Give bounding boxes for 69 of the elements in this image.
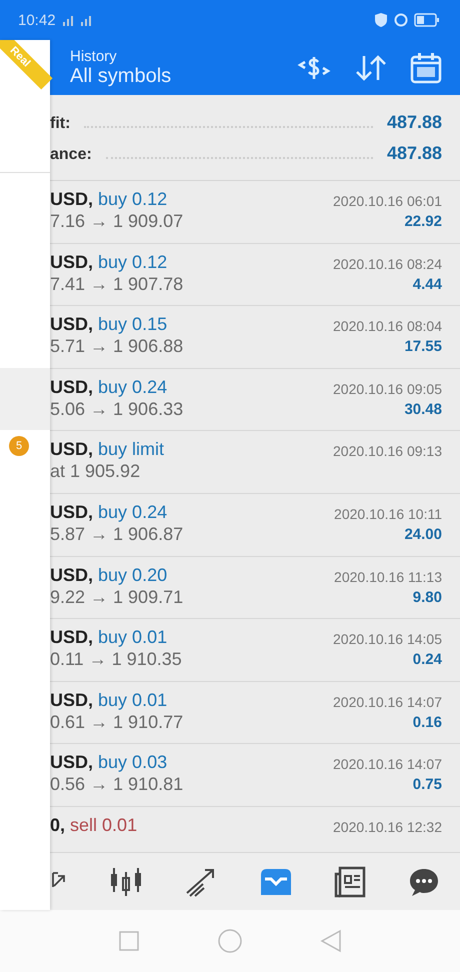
trade-time: 2020.10.16 08:24 xyxy=(333,256,442,272)
trade-time: 2020.10.16 09:13 xyxy=(333,443,442,460)
order-text: buy 0.01 xyxy=(98,690,168,710)
price-text: at 1 905.92 xyxy=(50,461,142,482)
symbol-filter[interactable]: All symbols xyxy=(70,64,172,88)
symbol-text: USD, xyxy=(50,314,94,334)
symbol-text: USD, xyxy=(50,502,94,522)
order-text: buy 0.12 xyxy=(98,189,168,209)
profit-value: 0.75 xyxy=(412,776,442,794)
order-text: buy 0.12 xyxy=(98,252,168,272)
price-text: 5.71 → 1 906.88 xyxy=(50,336,184,358)
calendar-icon[interactable] xyxy=(410,52,442,84)
shield-icon xyxy=(374,12,388,28)
price-text: 5.87 → 1 906.87 xyxy=(50,524,184,545)
profit-value: 24.00 xyxy=(404,526,442,543)
trade-time: 2020.10.16 06:01 xyxy=(333,193,442,209)
trade-time: 2020.10.16 14:07 xyxy=(333,756,442,772)
order-text: buy 0.15 xyxy=(98,314,168,334)
newspaper-icon xyxy=(334,866,366,898)
price-text: 7.41 → 1 907.78 xyxy=(50,274,184,295)
screen-title: History xyxy=(70,48,118,64)
order-text: buy 0.20 xyxy=(98,564,168,585)
price-text: 5.06 → 1 906.33 xyxy=(50,398,184,420)
symbol-text: USD, xyxy=(50,252,94,272)
summary-value: 487.88 xyxy=(386,112,442,132)
sort-icon[interactable] xyxy=(354,52,388,82)
count-badge: 5 xyxy=(9,436,29,456)
symbol-text: USD, xyxy=(50,690,94,710)
profit-value: 22.92 xyxy=(404,213,442,230)
trade-time: 2020.10.16 08:04 xyxy=(333,318,442,334)
order-text: buy 0.01 xyxy=(98,627,168,648)
summary-label: fit: xyxy=(50,114,70,132)
symbol-text: USD, xyxy=(50,439,94,460)
battery-icon xyxy=(414,13,440,27)
trade-time: 2020.10.16 12:32 xyxy=(333,818,442,835)
price-text: 9.22 → 1 909.71 xyxy=(50,586,184,608)
clock: 10:42 xyxy=(18,12,56,28)
order-text: buy limit xyxy=(98,439,164,460)
symbol-text: USD, xyxy=(50,752,94,772)
summary-value: 487.88 xyxy=(386,142,442,164)
profit-value: 17.55 xyxy=(404,338,442,356)
inbox-icon xyxy=(258,866,293,896)
summary-label: ance: xyxy=(50,146,92,164)
trade-time: 2020.10.16 09:05 xyxy=(333,380,442,397)
profit-value: 9.80 xyxy=(412,588,442,606)
trade-time: 2020.10.16 10:11 xyxy=(334,506,442,522)
drawer-item[interactable]: 5 xyxy=(0,430,50,492)
profit-value: 0.16 xyxy=(412,714,442,731)
symbol-text: USD, xyxy=(50,376,94,397)
symbol-text: USD, xyxy=(50,564,94,585)
order-text: buy 0.24 xyxy=(98,502,168,522)
symbol-text: 0, xyxy=(50,814,66,835)
price-text: 0.56 → 1 910.81 xyxy=(50,774,184,796)
trade-time: 2020.10.16 14:07 xyxy=(333,694,442,710)
profit-value: 30.48 xyxy=(404,400,442,418)
order-text: buy 0.24 xyxy=(98,376,168,397)
trade-time: 2020.10.16 14:05 xyxy=(333,631,442,648)
order-text: buy 0.03 xyxy=(98,752,168,772)
chat-icon xyxy=(408,866,440,896)
price-text: 7.16 → 1 909.07 xyxy=(50,211,184,232)
trade-time: 2020.10.16 11:13 xyxy=(334,568,442,585)
price-text: 0.11 → 1 910.35 xyxy=(50,649,182,670)
price-text: 0.61 → 1 910.77 xyxy=(50,712,184,733)
symbol-text: USD, xyxy=(50,627,94,648)
order-text: sell 0.01 xyxy=(70,814,138,835)
profit-value: 0.24 xyxy=(412,651,442,668)
profit-value: 4.44 xyxy=(412,276,442,293)
circle-icon xyxy=(394,13,408,27)
symbol-text: USD, xyxy=(50,189,94,209)
